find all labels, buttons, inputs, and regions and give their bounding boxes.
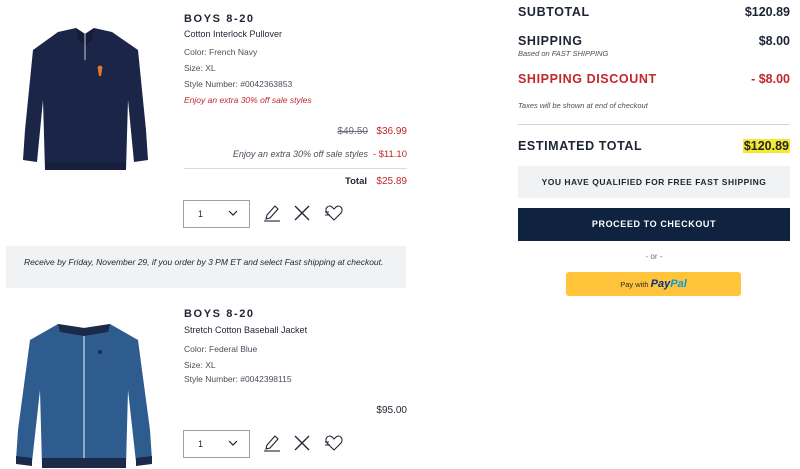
delivery-estimate-note: Receive by Friday, November 29, if you o… (6, 246, 406, 288)
original-price: $49.50 (337, 126, 368, 137)
cart-item: BOYS 8-20 Stretch Cotton Baseball Jacket… (0, 296, 410, 469)
quantity-select[interactable]: 1 (183, 200, 250, 228)
edit-pencil-icon[interactable] (262, 433, 282, 453)
item-total-value: $25.89 (376, 176, 407, 187)
product-brand: BOYS 8-20 (184, 13, 255, 25)
estimated-total-amount: $120.89 (742, 139, 790, 153)
promo-note: Enjoy an extra 30% off sale styles (184, 95, 312, 105)
product-size: Size: XL (184, 63, 216, 73)
free-shipping-banner: YOU HAVE QUALIFIED FOR FREE FAST SHIPPIN… (518, 166, 790, 198)
item-price: $95.00 (376, 405, 407, 416)
item-total-label: Total (345, 176, 367, 187)
discount-label: Enjoy an extra 30% off sale styles (232, 149, 368, 159)
quantity-value: 1 (198, 209, 204, 219)
cart-item: BOYS 8-20 Cotton Interlock Pullover Colo… (0, 0, 410, 245)
product-name[interactable]: Cotton Interlock Pullover (184, 29, 282, 39)
paypal-logo-pal: Pal (670, 278, 687, 290)
product-color: Color: French Navy (184, 47, 258, 57)
product-image-pullover[interactable] (18, 20, 153, 175)
taxes-note: Taxes will be shown at end of checkout (518, 101, 648, 110)
estimated-total-label: ESTIMATED TOTAL (518, 139, 643, 153)
shipping-label: SHIPPING (518, 34, 583, 48)
product-brand: BOYS 8-20 (184, 308, 255, 320)
discount-value: - $11.10 (372, 149, 407, 160)
chevron-down-icon (228, 210, 238, 216)
divider (184, 168, 407, 169)
product-color: Color: Federal Blue (184, 344, 258, 354)
shipping-basis: Based on FAST SHIPPING (518, 49, 609, 58)
estimated-total-value: $120.89 (742, 139, 790, 153)
edit-pencil-icon[interactable] (262, 203, 282, 223)
wishlist-heart-icon[interactable] (324, 433, 344, 453)
quantity-value: 1 (198, 439, 204, 449)
or-separator: - or - (645, 252, 663, 261)
remove-x-icon[interactable] (292, 203, 312, 223)
product-style-number: Style Number: #0042363853 (184, 79, 293, 89)
product-name[interactable]: Stretch Cotton Baseball Jacket (184, 325, 307, 335)
chevron-down-icon (228, 440, 238, 446)
subtotal-value: $120.89 (744, 5, 790, 19)
subtotal-label: SUBTOTAL (518, 5, 590, 19)
quantity-select[interactable]: 1 (183, 430, 250, 458)
paypal-logo-pay: Pay (650, 278, 671, 290)
product-style-number: Style Number: #0042398115 (184, 374, 292, 384)
proceed-to-checkout-button[interactable]: PROCEED TO CHECKOUT (518, 208, 790, 241)
product-image-jacket[interactable] (12, 310, 157, 469)
shipping-discount-label: SHIPPING DISCOUNT (518, 72, 657, 86)
sale-price: $36.99 (376, 126, 407, 137)
remove-x-icon[interactable] (292, 433, 312, 453)
wishlist-heart-icon[interactable] (324, 203, 344, 223)
paypal-checkout-button[interactable]: Pay with PayPal (566, 272, 741, 296)
shipping-discount-value: - $8.00 (751, 72, 790, 86)
paypal-prefix: Pay with (620, 280, 649, 289)
shipping-value: $8.00 (758, 34, 790, 48)
divider (518, 124, 790, 125)
product-size: Size: XL (184, 360, 216, 370)
